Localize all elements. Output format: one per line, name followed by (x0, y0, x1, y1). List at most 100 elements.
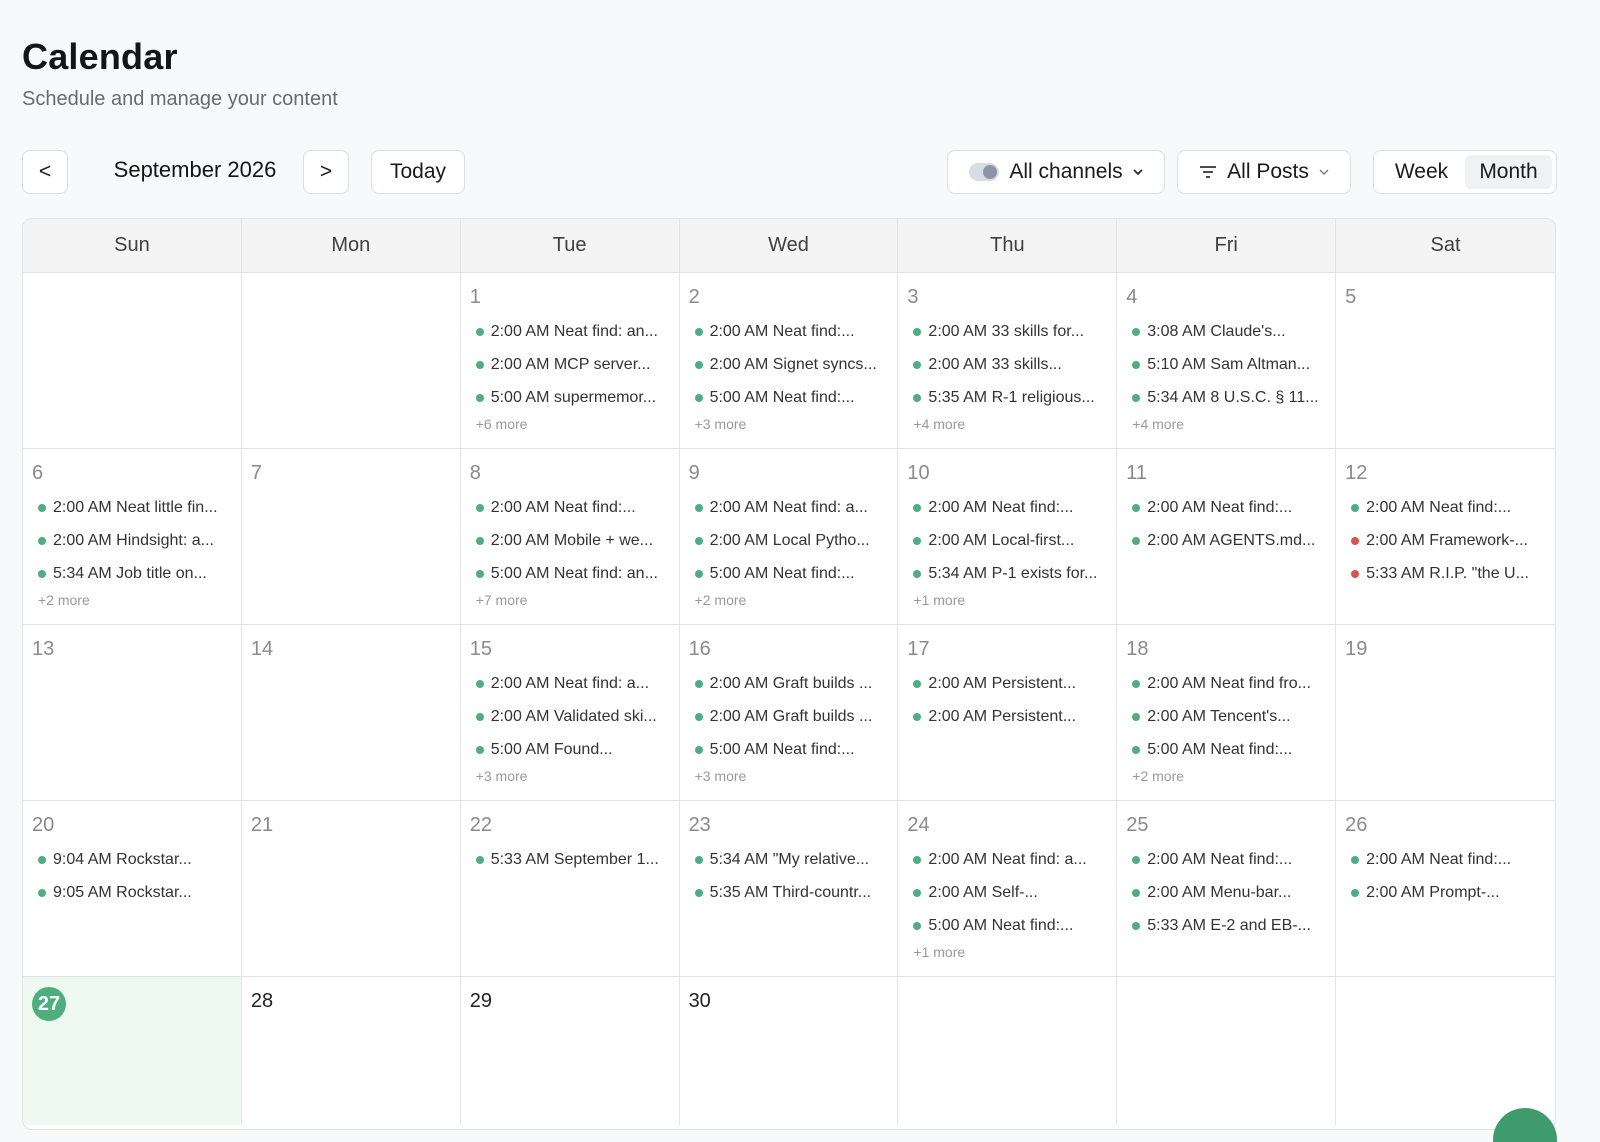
event-item[interactable]: 5:00 AM Neat find:... (689, 733, 890, 766)
today-button[interactable]: Today (371, 150, 465, 194)
event-item[interactable]: 2:00 AM Local-first... (907, 524, 1108, 557)
event-item[interactable]: 2:00 AM Neat find: a... (689, 491, 890, 524)
more-events-link[interactable]: +1 more (913, 592, 1108, 608)
event-item[interactable]: 2:00 AM Self-... (907, 876, 1108, 909)
event-item[interactable]: 2:00 AM Neat find:... (470, 491, 671, 524)
event-item[interactable]: 2:00 AM Menu-bar... (1126, 876, 1327, 909)
more-events-link[interactable]: +4 more (913, 416, 1108, 432)
next-month-button[interactable]: > (303, 150, 349, 194)
calendar-day[interactable]: 2 2:00 AM Neat find:... 2:00 AM Signet syn… (679, 273, 899, 449)
calendar-day[interactable]: 28 (242, 977, 461, 1125)
event-item[interactable]: 2:00 AM Framework-... (1345, 524, 1547, 557)
event-item[interactable]: 2:00 AM Neat find: a... (470, 667, 671, 700)
calendar-day[interactable]: 23 5:34 AM "My relative... 5:35 AM Third-c… (679, 801, 899, 977)
event-item[interactable]: 2:00 AM MCP server... (470, 348, 671, 381)
event-item[interactable]: 2:00 AM Validated ski... (470, 700, 671, 733)
week-view-button[interactable]: Week (1378, 155, 1465, 189)
calendar-day[interactable]: 30 (680, 977, 899, 1125)
calendar-day[interactable]: 19 (1336, 625, 1555, 801)
calendar-day[interactable]: 9 2:00 AM Neat find: a... 2:00 AM Local Py… (679, 449, 899, 625)
event-item[interactable]: 2:00 AM Mobile + we... (470, 524, 671, 557)
more-events-link[interactable]: +2 more (1132, 768, 1327, 784)
calendar-day[interactable]: 10 2:00 AM Neat find:... 2:00 AM Local-fir… (898, 449, 1118, 625)
month-view-button[interactable]: Month (1465, 155, 1552, 189)
event-item[interactable]: 5:34 AM Job title on... (32, 557, 233, 590)
more-events-link[interactable]: +7 more (476, 592, 671, 608)
calendar-day[interactable]: 22 5:33 AM September 1... (460, 801, 680, 977)
event-item[interactable]: 9:05 AM Rockstar... (32, 876, 233, 909)
more-events-link[interactable]: +2 more (38, 592, 233, 608)
calendar-day[interactable]: 21 (241, 801, 461, 977)
more-events-link[interactable]: +4 more (1132, 416, 1327, 432)
event-item[interactable]: 2:00 AM Persistent... (907, 667, 1108, 700)
calendar-day[interactable]: 6 2:00 AM Neat little fin... 2:00 AM Hinds… (23, 449, 242, 625)
calendar-day[interactable]: 8 2:00 AM Neat find:... 2:00 AM Mobile + w… (460, 449, 680, 625)
calendar-day[interactable]: 29 (461, 977, 680, 1125)
event-item[interactable]: 2:00 AM Neat find:... (689, 315, 890, 348)
event-item[interactable]: 5:00 AM Neat find:... (1126, 733, 1327, 766)
event-item[interactable]: 5:33 AM R.I.P. "the U... (1345, 557, 1547, 590)
calendar-day[interactable]: 16 2:00 AM Graft builds ... 2:00 AM Graft … (679, 625, 899, 801)
more-events-link[interactable]: +1 more (913, 944, 1108, 960)
event-item[interactable]: 5:34 AM P-1 exists for... (907, 557, 1108, 590)
calendar-day[interactable]: 12 2:00 AM Neat find:... 2:00 AM Framework… (1336, 449, 1555, 625)
event-item[interactable]: 2:00 AM Signet syncs... (689, 348, 890, 381)
calendar-day-today[interactable]: 27 (23, 977, 242, 1125)
calendar-day[interactable]: 5 (1336, 273, 1555, 449)
calendar-day[interactable]: 13 (23, 625, 242, 801)
event-item[interactable]: 5:00 AM Neat find:... (689, 557, 890, 590)
event-item[interactable]: 2:00 AM Neat find: a... (907, 843, 1108, 876)
event-item[interactable]: 2:00 AM AGENTS.md... (1126, 524, 1327, 557)
event-item[interactable]: 2:00 AM 33 skills for... (907, 315, 1108, 348)
calendar-day[interactable]: 4 3:08 AM Claude's... 5:10 AM Sam Altman..… (1117, 273, 1337, 449)
event-item[interactable]: 2:00 AM Neat find: an... (470, 315, 671, 348)
event-item[interactable]: 2:00 AM Neat find:... (1126, 491, 1327, 524)
calendar-day[interactable]: 26 2:00 AM Neat find:... 2:00 AM Prompt-..… (1336, 801, 1555, 977)
event-item[interactable]: 2:00 AM Neat little fin... (32, 491, 233, 524)
event-item[interactable]: 2:00 AM Neat find:... (1126, 843, 1327, 876)
event-item[interactable]: 5:00 AM Neat find:... (907, 909, 1108, 942)
more-events-link[interactable]: +6 more (476, 416, 671, 432)
channels-dropdown[interactable]: All channels (947, 150, 1165, 194)
event-item[interactable]: 5:33 AM September 1... (470, 843, 671, 876)
calendar-day[interactable]: 14 (241, 625, 461, 801)
event-item[interactable]: 2:00 AM Persistent... (907, 700, 1108, 733)
calendar-day[interactable]: 1 2:00 AM Neat find: an... 2:00 AM MCP ser… (460, 273, 680, 449)
prev-month-button[interactable]: < (22, 150, 68, 194)
event-item[interactable]: 5:34 AM "My relative... (689, 843, 890, 876)
calendar-day[interactable]: 17 2:00 AM Persistent... 2:00 AM Persisten… (898, 625, 1118, 801)
event-item[interactable]: 5:00 AM Neat find: an... (470, 557, 671, 590)
event-item[interactable]: 2:00 AM Neat find:... (1345, 491, 1547, 524)
event-item[interactable]: 5:00 AM supermemor... (470, 381, 671, 414)
event-item[interactable]: 5:35 AM Third-countr... (689, 876, 890, 909)
more-events-link[interactable]: +3 more (695, 768, 890, 784)
calendar-day[interactable]: 25 2:00 AM Neat find:... 2:00 AM Menu-bar.… (1117, 801, 1337, 977)
calendar-day[interactable]: 18 2:00 AM Neat find fro... 2:00 AM Tencen… (1117, 625, 1337, 801)
event-item[interactable]: 5:33 AM E-2 and EB-... (1126, 909, 1327, 942)
event-item[interactable]: 5:10 AM Sam Altman... (1126, 348, 1327, 381)
event-item[interactable]: 2:00 AM Local Pytho... (689, 524, 890, 557)
calendar-day[interactable]: 24 2:00 AM Neat find: a... 2:00 AM Self-..… (898, 801, 1118, 977)
event-item[interactable]: 2:00 AM Neat find:... (1345, 843, 1547, 876)
more-events-link[interactable]: +3 more (476, 768, 671, 784)
calendar-day[interactable]: 20 9:04 AM Rockstar... 9:05 AM Rockstar... (23, 801, 242, 977)
more-events-link[interactable]: +3 more (695, 416, 890, 432)
event-item[interactable]: 5:00 AM Neat find:... (689, 381, 890, 414)
posts-filter-dropdown[interactable]: All Posts (1177, 150, 1351, 194)
event-item[interactable]: 9:04 AM Rockstar... (32, 843, 233, 876)
event-item[interactable]: 2:00 AM Graft builds ... (689, 700, 890, 733)
calendar-day[interactable]: 7 (241, 449, 461, 625)
calendar-day[interactable]: 3 2:00 AM 33 skills for... 2:00 AM 33 skil… (898, 273, 1118, 449)
event-item[interactable]: 3:08 AM Claude's... (1126, 315, 1327, 348)
more-events-link[interactable]: +2 more (695, 592, 890, 608)
event-item[interactable]: 2:00 AM 33 skills... (907, 348, 1108, 381)
event-item[interactable]: 2:00 AM Prompt-... (1345, 876, 1547, 909)
event-item[interactable]: 2:00 AM Neat find fro... (1126, 667, 1327, 700)
event-item[interactable]: 2:00 AM Neat find:... (907, 491, 1108, 524)
event-item[interactable]: 5:34 AM 8 U.S.C. § 11... (1126, 381, 1327, 414)
event-item[interactable]: 5:35 AM R-1 religious... (907, 381, 1108, 414)
event-item[interactable]: 5:00 AM Found... (470, 733, 671, 766)
calendar-day[interactable]: 11 2:00 AM Neat find:... 2:00 AM AGENTS.md… (1117, 449, 1337, 625)
event-item[interactable]: 2:00 AM Tencent's... (1126, 700, 1327, 733)
calendar-day[interactable]: 15 2:00 AM Neat find: a... 2:00 AM Validat… (460, 625, 680, 801)
